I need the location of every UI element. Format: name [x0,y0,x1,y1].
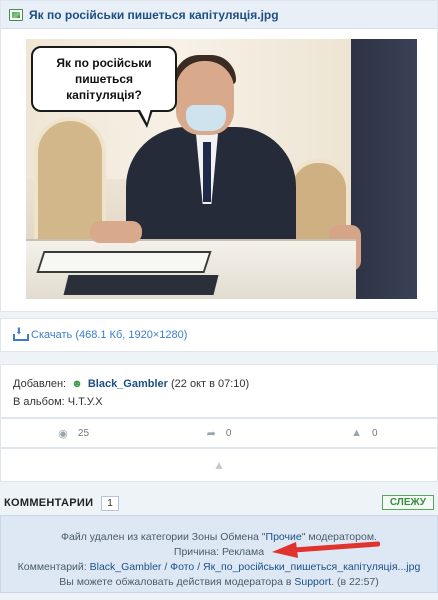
image-file-icon [9,8,23,21]
like-icon[interactable]: ▲ [351,427,362,439]
like-button-row: ▲ [0,448,438,482]
user-icon: ☻ [71,378,83,390]
likes-stat[interactable]: ▲ 0 [292,427,437,439]
follow-button[interactable]: СЛЕЖУ [381,495,434,510]
comments-header: КОММЕНТАРИИ 1 СЛЕЖУ [0,493,438,513]
red-arrow-annotation [272,541,380,558]
share-stat[interactable]: ➦ 0 [146,427,291,440]
file-title-bar: Як по російськи пишеться капітуляція.jpg [1,1,437,29]
album-link[interactable]: Ч.Т.У.Х [68,396,103,408]
album-line: В альбом: Ч.Т.У.Х [13,396,103,408]
comments-title: КОММЕНТАРИИ [4,497,94,509]
file-info: Добавлен: ☻ Black_Gambler (22 окт в 07:1… [0,364,438,418]
eye-icon: ◉ [58,427,68,440]
comments-count: 1 [101,495,119,511]
added-line: Добавлен: ☻ Black_Gambler (22 окт в 07:1… [13,378,250,390]
download-row: Скачать (468.1 Кб, 1920×1280) [0,318,438,352]
file-title[interactable]: Як по російськи пишеться капітуляція.jpg [29,8,279,22]
download-link[interactable]: Скачать (468.1 Кб, 1920×1280) [31,329,187,341]
download-icon[interactable] [13,326,29,341]
uploader-link[interactable]: Black_Gambler [88,378,168,390]
added-date: (22 окт в 07:10) [171,378,250,390]
notice-appeal: Вы можете обжаловать действия модератора… [59,576,379,588]
like-button-icon[interactable]: ▲ [213,458,225,472]
views-stat: ◉ 25 [58,427,90,440]
file-card: Як по російськи пишеться капітуляція.jpg… [0,0,438,312]
stats-row: ◉ 25 ➦ 0 ▲ 0 [0,418,438,448]
support-link[interactable]: Support [294,576,331,588]
notice-comment: Комментарий: Black_Gambler / Фото / Як_п… [17,561,421,573]
speech-bubble: Як по російськи пишеться капітуляція? [31,46,177,112]
comment-link[interactable]: Black_Gambler / Фото / Як_по_російськи_п… [90,561,421,573]
share-icon[interactable]: ➦ [207,427,216,440]
